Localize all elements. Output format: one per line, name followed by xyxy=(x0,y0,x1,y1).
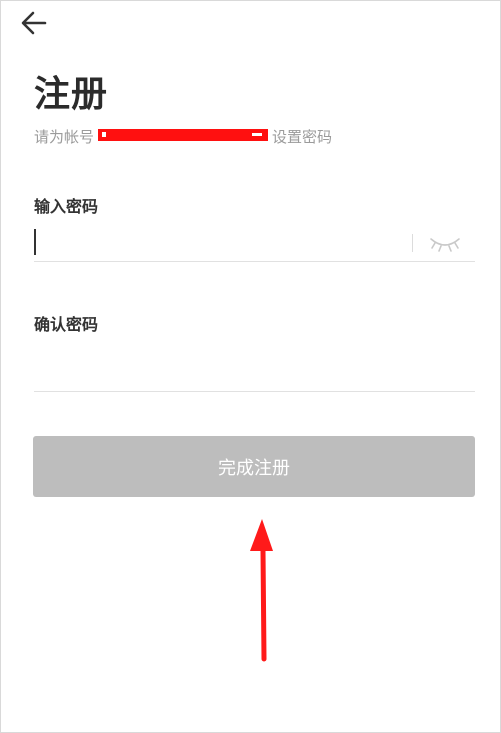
subtitle-suffix: 设置密码 xyxy=(272,128,333,146)
field-divider xyxy=(412,234,413,252)
redacted-account xyxy=(98,129,269,141)
page-subtitle: 请为帐号 设置密码 xyxy=(34,126,332,147)
red-arrow-up-icon xyxy=(250,519,273,662)
text-caret xyxy=(34,229,36,255)
back-button[interactable] xyxy=(19,9,49,37)
complete-registration-button[interactable]: 完成注册 xyxy=(33,436,475,497)
password-label: 输入密码 xyxy=(34,197,99,216)
subtitle-prefix: 请为帐号 xyxy=(34,128,95,146)
page-title: 注册 xyxy=(34,73,109,115)
password-input[interactable] xyxy=(34,223,475,262)
confirm-password-input[interactable] xyxy=(34,353,475,392)
eye-closed-icon xyxy=(430,238,460,252)
confirm-password-label: 确认密码 xyxy=(34,315,99,334)
arrow-left-icon xyxy=(21,11,47,35)
toggle-password-visibility[interactable] xyxy=(428,233,462,255)
screen-frame: 注册 请为帐号 设置密码 输入密码 确认密码 完成注册 xyxy=(0,0,501,733)
